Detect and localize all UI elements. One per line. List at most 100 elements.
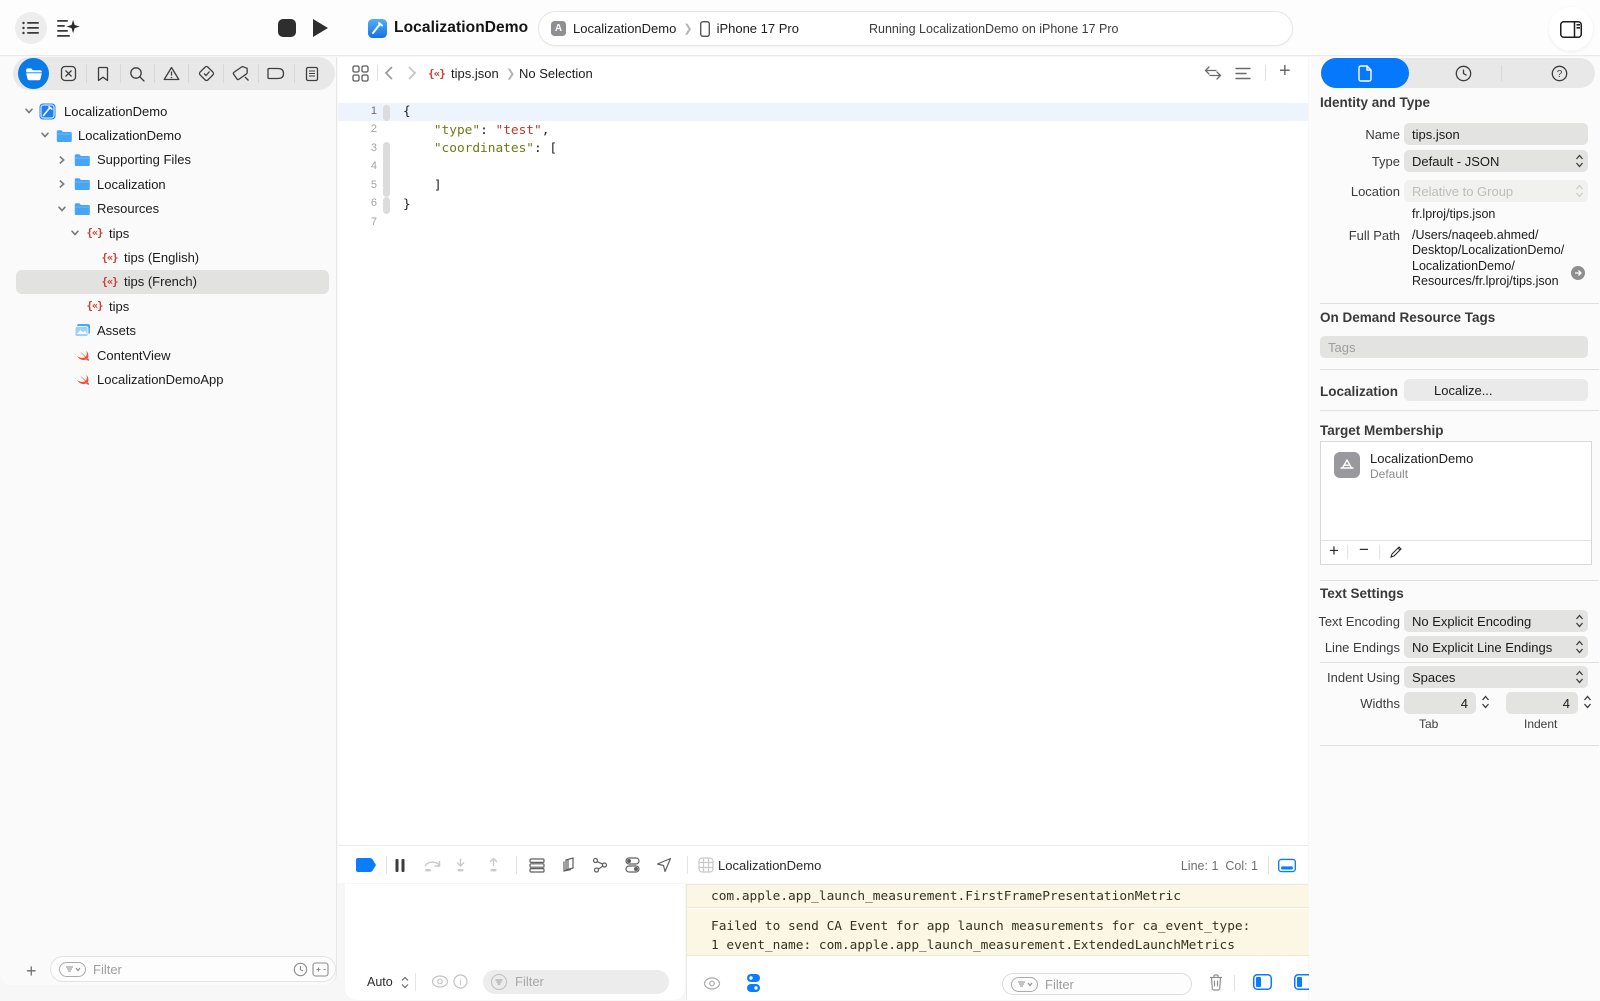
add-editor-button[interactable]: + <box>1279 55 1291 87</box>
forward-button[interactable] <box>408 57 417 89</box>
view-hierarchy-icon[interactable] <box>528 856 546 874</box>
navigator-tab-breakpoints[interactable] <box>259 57 293 90</box>
code-line-2[interactable]: 2 "type": "test", <box>338 121 1308 140</box>
name-field[interactable]: tips.json <box>1404 123 1588 145</box>
navigator-tab-source-control[interactable] <box>51 57 85 90</box>
line-endings-select[interactable]: No Explicit Line Endings <box>1404 636 1588 658</box>
indent-width-field[interactable]: 4 <box>1506 692 1578 714</box>
variables-eye-icon[interactable] <box>431 975 449 988</box>
open-path-arrow-icon[interactable] <box>1571 266 1585 280</box>
scheme-destination[interactable]: iPhone 17 Pro <box>717 21 799 36</box>
localize-button[interactable]: Localize... <box>1404 379 1588 401</box>
console-io-toggle-icon[interactable] <box>746 973 761 993</box>
disclosure-open-icon[interactable] <box>40 130 50 140</box>
navigator-tab-issues[interactable] <box>154 57 188 90</box>
code-line-4[interactable]: 4 <box>338 158 1308 177</box>
scheme-selector[interactable]: A LocalizationDemo ❯ iPhone 17 Pro Runni… <box>538 11 1293 46</box>
tree-row-tips-french-[interactable]: {«}tips (French) <box>0 270 337 294</box>
console-eye-icon[interactable] <box>703 977 721 990</box>
disclosure-open-icon[interactable] <box>70 228 80 238</box>
disclosure-open-icon[interactable] <box>24 106 34 116</box>
navigator-tab-project-navigator[interactable] <box>17 57 51 90</box>
step-over-button[interactable] <box>423 856 441 874</box>
tab-file-inspector[interactable] <box>1321 58 1409 88</box>
tree-row-tips[interactable]: {«}tips <box>0 221 337 245</box>
target-name[interactable]: LocalizationDemo <box>1370 451 1473 466</box>
step-into-button[interactable] <box>451 856 469 874</box>
environment-overrides-icon[interactable] <box>623 856 641 874</box>
run-button[interactable] <box>313 19 328 37</box>
tree-row-tips-english-[interactable]: {«}tips (English) <box>0 245 337 269</box>
debug-target-label[interactable]: LocalizationDemo <box>718 858 821 873</box>
tab-history-inspector[interactable] <box>1455 65 1472 82</box>
related-items-icon[interactable] <box>352 57 369 89</box>
code-line-5[interactable]: 5 ] <box>338 177 1308 196</box>
navigator-tab-reports[interactable] <box>295 57 329 90</box>
disclosure-closed-icon[interactable] <box>57 155 67 165</box>
code-review-icon[interactable] <box>1204 57 1222 89</box>
console-filter-options-icon[interactable] <box>1011 977 1038 992</box>
remove-target-button[interactable]: − <box>1359 540 1369 560</box>
step-out-button[interactable] <box>484 856 502 874</box>
location-select[interactable]: Relative to Group <box>1404 180 1588 202</box>
pause-button[interactable] <box>391 856 409 874</box>
filter-options-icon[interactable] <box>59 962 86 977</box>
sidebar-toggle-button[interactable] <box>15 12 47 44</box>
hide-variables-icon[interactable] <box>1253 974 1272 990</box>
navigator-filter-field[interactable]: Filter <box>50 956 336 982</box>
tree-row-localizationdemo[interactable]: LocalizationDemo <box>0 123 337 147</box>
inspector-toggle-button[interactable] <box>1549 7 1593 51</box>
clear-console-icon[interactable] <box>1209 974 1223 991</box>
variables-filter-field[interactable]: Filter <box>483 970 669 994</box>
navigator-tab-tests[interactable] <box>189 57 223 90</box>
recent-files-filter-icon[interactable] <box>293 962 308 977</box>
jumpbar-selection[interactable]: No Selection <box>519 57 593 89</box>
navigator-tab-find[interactable] <box>120 57 154 90</box>
tab-help-inspector[interactable]: ? <box>1551 65 1568 82</box>
tree-row-assets[interactable]: Assets <box>0 319 337 343</box>
console-log-row[interactable]: Failed to send CA Event for app launch m… <box>687 909 1309 956</box>
scheme-target[interactable]: LocalizationDemo <box>573 21 676 36</box>
adjust-editor-icon[interactable] <box>1235 57 1251 89</box>
insp-tab-divider <box>1501 65 1502 81</box>
breakpoints-toggle-icon[interactable] <box>355 856 378 874</box>
code-line-6[interactable]: 6} <box>338 195 1308 214</box>
debug-layers-icon[interactable] <box>560 856 578 874</box>
indent-using-select[interactable]: Spaces <box>1404 666 1588 688</box>
tree-row-localizationdemoapp[interactable]: LocalizationDemoApp <box>0 367 337 391</box>
type-select[interactable]: Default - JSON <box>1404 150 1588 172</box>
keyboard-toggle-icon[interactable] <box>1278 856 1296 874</box>
navigator-tab-bookmarks[interactable] <box>86 57 120 90</box>
code-line-1[interactable]: 1{ <box>338 103 1308 122</box>
disclosure-open-icon[interactable] <box>57 204 67 214</box>
tree-row-localizationdemo[interactable]: LocalizationDemo <box>0 99 337 123</box>
scm-status-filter-icon[interactable] <box>312 962 329 977</box>
jumpbar-file[interactable]: tips.json <box>451 57 499 89</box>
tree-row-resources[interactable]: Resources <box>0 197 337 221</box>
add-item-button[interactable]: + <box>26 961 37 982</box>
back-button[interactable] <box>384 57 393 89</box>
tree-row-contentview[interactable]: ContentView <box>0 343 337 367</box>
variables-scope-select[interactable]: Auto <box>367 975 393 989</box>
code-line-7[interactable]: 7 <box>338 214 1308 233</box>
code-line-3[interactable]: 3 "coordinates": [ <box>338 140 1308 159</box>
add-target-button[interactable]: + <box>1329 541 1339 561</box>
tab-width-field[interactable]: 4 <box>1404 692 1476 714</box>
compose-sparkle-button[interactable] <box>55 16 81 42</box>
edit-target-button[interactable] <box>1389 545 1403 559</box>
simulate-location-icon[interactable] <box>655 856 673 874</box>
text-encoding-select[interactable]: No Explicit Encoding <box>1404 610 1588 632</box>
tab-width-stepper[interactable] <box>1481 694 1490 710</box>
disclosure-closed-icon[interactable] <box>57 179 67 189</box>
odr-tags-field[interactable]: Tags <box>1320 336 1588 358</box>
indent-width-stepper[interactable] <box>1583 694 1592 710</box>
navigator-tab-debug[interactable] <box>224 57 258 90</box>
tree-row-localization[interactable]: Localization <box>0 172 337 196</box>
variables-info-icon[interactable]: i <box>453 974 468 989</box>
console-log-row[interactable]: com.apple.app_launch_measurement.FirstFr… <box>687 885 1309 908</box>
memory-graph-icon[interactable] <box>591 856 609 874</box>
stop-button[interactable] <box>278 19 296 37</box>
tree-row-tips[interactable]: {«}tips <box>0 294 337 318</box>
console-filter-field[interactable]: Filter <box>1002 973 1192 995</box>
tree-row-supporting-files[interactable]: Supporting Files <box>0 148 337 172</box>
